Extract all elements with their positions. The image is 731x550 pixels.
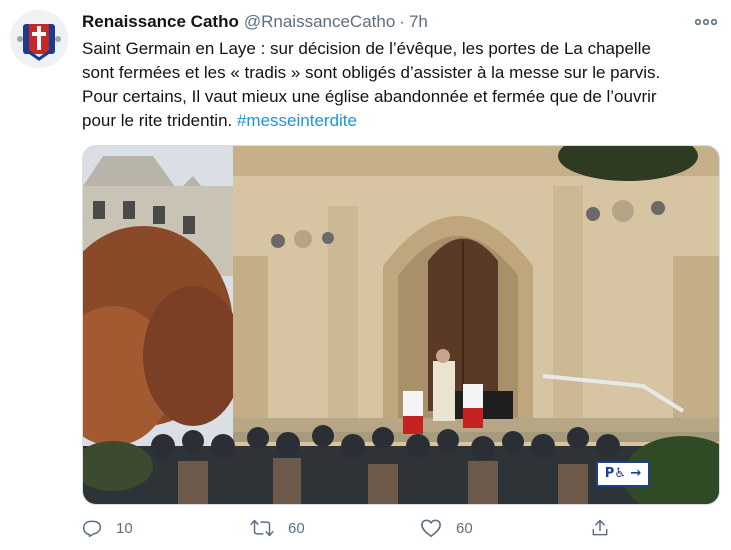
retweet-count: 60 xyxy=(288,519,305,537)
like-button[interactable]: 60 xyxy=(420,512,473,544)
photo-chapel-mass xyxy=(83,146,719,504)
author-handle[interactable]: @RnaissanceCatho xyxy=(244,12,395,32)
tweet-text-line-end: pour le rite tridentin. xyxy=(82,111,237,130)
tweet-text-line: sont fermées et les « tradis » sont obli… xyxy=(82,63,661,82)
share-icon xyxy=(592,519,608,536)
header-separator: · xyxy=(399,12,405,31)
hashtag-link[interactable]: #messeinterdite xyxy=(237,111,357,130)
tweet-text-line: Saint Germain en Laye : sur décision de … xyxy=(82,39,651,58)
tweet-time[interactable]: 7h xyxy=(409,12,428,32)
tweet-photo[interactable]: P♿ → xyxy=(82,145,720,505)
more-options-button[interactable] xyxy=(692,12,720,32)
avatar[interactable] xyxy=(10,10,68,68)
more-icon xyxy=(695,19,717,25)
tweet-card[interactable]: Renaissance Catho @RnaissanceCatho · 7h … xyxy=(0,0,731,550)
retweet-button[interactable]: 60 xyxy=(250,512,305,544)
retweet-icon xyxy=(250,519,274,537)
tweet-header: Renaissance Catho @RnaissanceCatho · 7h xyxy=(82,12,428,34)
tweet-actions: 10 60 60 xyxy=(82,512,722,544)
like-icon xyxy=(421,519,441,537)
parking-sign-text: P♿ → xyxy=(604,466,642,481)
like-count: 60 xyxy=(456,519,473,537)
reply-button[interactable]: 10 xyxy=(82,512,133,544)
tweet-text: Saint Germain en Laye : sur décision de … xyxy=(82,37,722,133)
tweet-text-line: pour le rite tridentin. #messeinterdite xyxy=(82,109,722,133)
author-name[interactable]: Renaissance Catho xyxy=(82,12,239,32)
reply-icon xyxy=(82,520,102,538)
share-button[interactable] xyxy=(590,512,610,544)
tweet-text-line: Pour certains, Il vaut mieux une église … xyxy=(82,87,657,106)
reply-count: 10 xyxy=(116,519,133,537)
avatar-logo xyxy=(10,10,68,68)
